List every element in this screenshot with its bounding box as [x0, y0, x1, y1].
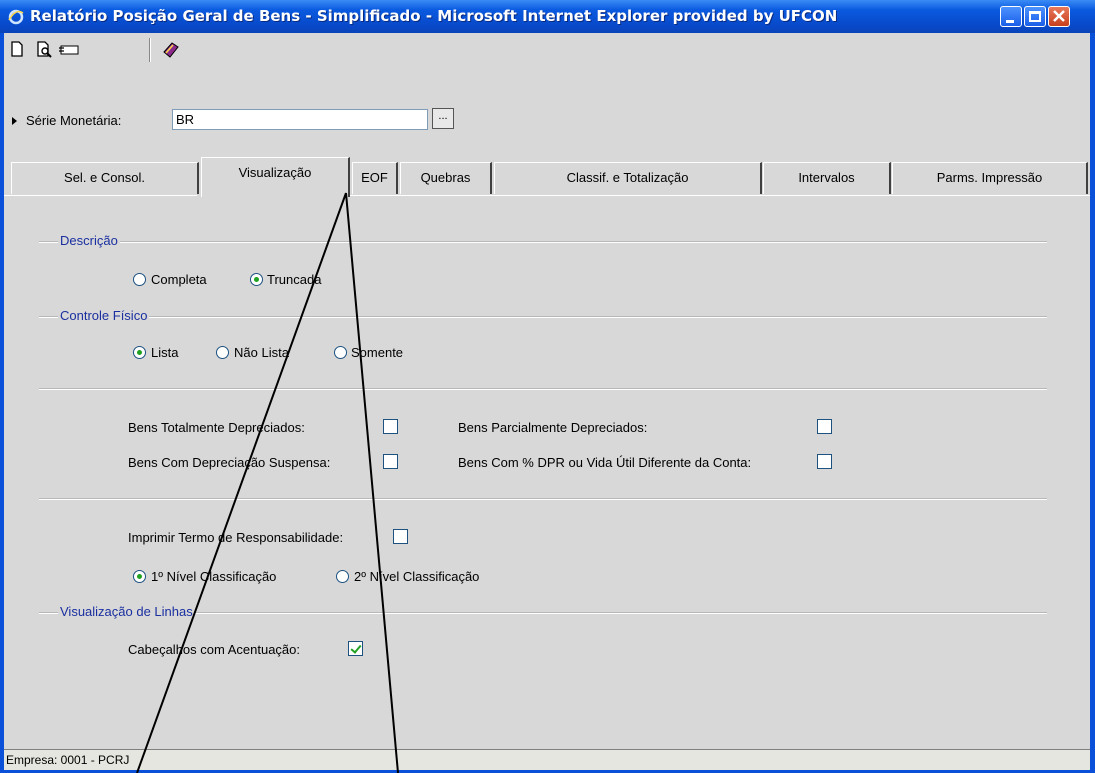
- radio-nivel-1-label: 1º Nível Classificação: [151, 569, 277, 584]
- title-bar: Relatório Posição Geral de Bens - Simpli…: [0, 0, 1095, 33]
- tab-visualizacao[interactable]: Visualização: [201, 157, 350, 197]
- linhas-title: Visualização de Linhas: [58, 604, 195, 619]
- radio-lista[interactable]: [133, 346, 146, 359]
- browser-window: Relatório Posição Geral de Bens - Simpli…: [0, 0, 1095, 773]
- bens-dpr-label: Bens Com % DPR ou Vida Útil Diferente da…: [458, 455, 752, 470]
- tab-sel-consol[interactable]: Sel. e Consol.: [11, 162, 199, 194]
- radio-nao-lista[interactable]: [216, 346, 229, 359]
- tab-quebras[interactable]: Quebras: [400, 162, 492, 194]
- tab-parms[interactable]: Parms. Impressão: [892, 162, 1088, 194]
- tab-intervalos[interactable]: Intervalos: [763, 162, 891, 194]
- bens-parcialmente-checkbox[interactable]: [817, 419, 832, 434]
- section-divider: [39, 498, 1047, 500]
- bens-totalmente-label: Bens Totalmente Depreciados:: [128, 420, 305, 435]
- client-area: Série Monetária: BR ... Sel. e Consol. C…: [4, 33, 1090, 770]
- window-title: Relatório Posição Geral de Bens - Simpli…: [30, 7, 838, 25]
- controle-title: Controle Físico: [58, 308, 150, 323]
- radio-lista-label: Lista: [151, 345, 179, 360]
- controle-divider: [39, 316, 1047, 318]
- descricao-title: Descrição: [58, 233, 120, 248]
- radio-somente[interactable]: [334, 346, 347, 359]
- descricao-divider: [39, 241, 1047, 243]
- panel-top-line: [4, 195, 197, 196]
- bens-totalmente-checkbox[interactable]: [383, 419, 398, 434]
- radio-completa-label: Completa: [151, 272, 207, 287]
- bens-suspensa-label: Bens Com Depreciação Suspensa:: [128, 455, 331, 470]
- radio-nivel-2-label: 2º Nível Classificação: [354, 569, 480, 584]
- toolbar: [4, 33, 1090, 65]
- status-text: Empresa: 0001 - PCRJ: [6, 753, 130, 767]
- tab-eof[interactable]: EOF: [352, 162, 398, 194]
- bens-suspensa-checkbox[interactable]: [383, 454, 398, 469]
- termo-label: Imprimir Termo de Responsabilidade:: [128, 530, 344, 545]
- radio-nao-lista-label: Não Lista: [234, 345, 289, 360]
- toolbar-separator: [149, 38, 151, 62]
- expand-arrow-icon[interactable]: [12, 117, 17, 125]
- serie-label: Série Monetária:: [26, 113, 122, 128]
- radio-somente-label: Somente: [351, 345, 404, 360]
- maximize-button[interactable]: [1024, 6, 1046, 27]
- radio-completa[interactable]: [133, 273, 146, 286]
- termo-checkbox[interactable]: [393, 529, 408, 544]
- radio-nivel-1[interactable]: [133, 570, 146, 583]
- minimize-button[interactable]: [1000, 6, 1022, 27]
- export-icon[interactable]: [58, 40, 80, 58]
- bens-parcialmente-label: Bens Parcialmente Depreciados:: [458, 420, 648, 435]
- cabecalhos-label: Cabeçalhos com Acentuação:: [128, 642, 300, 657]
- panel-top-line: [350, 195, 1090, 196]
- bens-dpr-checkbox[interactable]: [817, 454, 832, 469]
- close-button[interactable]: [1048, 6, 1070, 27]
- book-icon[interactable]: [161, 40, 181, 60]
- radio-nivel-2[interactable]: [336, 570, 349, 583]
- internet-explorer-icon: [8, 9, 24, 25]
- print-preview-icon[interactable]: [35, 40, 53, 58]
- close-icon: [1053, 10, 1065, 22]
- section-divider: [39, 388, 1047, 390]
- tab-classif[interactable]: Classif. e Totalização: [494, 162, 762, 194]
- radio-truncada[interactable]: [250, 273, 263, 286]
- cabecalhos-checkbox[interactable]: [348, 641, 363, 656]
- radio-truncada-label: Truncada: [267, 272, 322, 287]
- maximize-icon: [1029, 11, 1041, 22]
- new-document-icon[interactable]: [8, 40, 26, 58]
- status-bar: Empresa: 0001 - PCRJ: [4, 749, 1090, 770]
- serie-browse-button[interactable]: ...: [432, 108, 454, 129]
- minimize-icon: [1006, 20, 1014, 23]
- serie-input[interactable]: BR: [172, 109, 428, 130]
